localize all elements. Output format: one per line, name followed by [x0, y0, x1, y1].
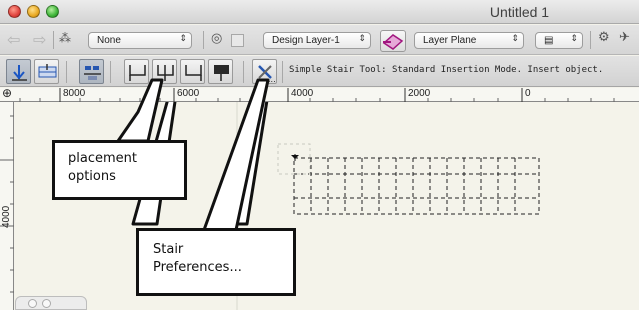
separator [243, 61, 244, 83]
forward-arrow-icon[interactable]: ⇨ [33, 30, 46, 49]
ruler-label: 2000 [408, 88, 431, 99]
updown-arrow-icon: ⇕ [570, 33, 578, 43]
updown-arrow-icon: ⇕ [511, 33, 519, 43]
ruler-label: 4000 [291, 88, 314, 99]
svg-text:...: ... [268, 75, 276, 83]
stair-preferences-button[interactable]: ... [252, 59, 277, 84]
horizontal-ruler[interactable]: ⊕ 8000 6000 4000 2000 0 [0, 86, 639, 102]
walkthrough-icon[interactable]: ✈ [619, 30, 630, 45]
alignment-mode-button[interactable] [79, 59, 104, 84]
layers-icon[interactable]: ◎ [211, 31, 222, 46]
placement-option-1-button[interactable] [124, 59, 149, 84]
document-icon: ▤ [544, 35, 554, 46]
ruler-label: 6000 [177, 88, 200, 99]
separator [590, 31, 591, 49]
window-title: Untitled 1 [489, 4, 550, 20]
placement-right-icon [185, 65, 202, 81]
callout-text: placement options [68, 151, 137, 184]
placement-center-icon [157, 65, 174, 81]
stair-preview [293, 157, 540, 215]
nav-dot-button[interactable] [28, 299, 37, 308]
wall-insertion-icon [38, 64, 57, 78]
separator [203, 31, 204, 49]
render-icon[interactable]: ⚙ [598, 30, 610, 45]
nav-dot-button[interactable] [42, 299, 51, 308]
tool-status-text: Simple Stair Tool: Standard Insertion Mo… [289, 65, 604, 75]
callout-text: Stair Preferences... [153, 242, 242, 275]
placement-left-icon [129, 65, 146, 81]
plane-popup-value: Layer Plane [423, 35, 477, 46]
view-bar: ⇦ ⇨ ⁂ None ⇕ ◎ Design Layer-1 ⇕ Layer Pl… [0, 25, 639, 55]
title-bar: Untitled 1 [0, 0, 639, 24]
alignment-icon [84, 66, 101, 80]
insertion-mode-wall-button[interactable] [34, 59, 59, 84]
ruler-ticks [19, 88, 615, 102]
placement-options-callout: placement options [52, 140, 187, 200]
layer-popup-value: Design Layer-1 [272, 35, 340, 46]
placement-top-icon [214, 65, 229, 81]
ruler-label: 0 [525, 88, 531, 99]
standard-insertion-icon [12, 65, 27, 81]
separator [282, 61, 283, 83]
layer-popup[interactable]: Design Layer-1 ⇕ [263, 32, 371, 49]
working-plane-icon [382, 34, 404, 50]
canvas-drawing [131, 102, 540, 310]
ruler-label: 4000 [1, 205, 12, 228]
separator [66, 61, 67, 83]
class-visibility-icon[interactable]: ⁂ [59, 31, 71, 45]
back-arrow-icon[interactable]: ⇦ [7, 30, 20, 49]
ruler-label: 8000 [63, 88, 86, 99]
drawing-canvas[interactable] [15, 102, 639, 310]
view-popup[interactable]: ▤ ⇕ [535, 32, 583, 49]
placement-option-4-button[interactable] [208, 59, 233, 84]
bottom-control-bar [15, 296, 87, 310]
placement-option-3-button[interactable] [180, 59, 205, 84]
vertical-ruler[interactable]: 4000 [0, 102, 14, 310]
separator [110, 61, 111, 83]
class-popup[interactable]: None ⇕ [88, 32, 192, 49]
preferences-tools-icon: ... [258, 65, 276, 83]
separator [53, 31, 54, 49]
updown-arrow-icon: ⇕ [179, 33, 187, 43]
insertion-mode-standard-button[interactable] [6, 59, 31, 84]
stair-preferences-callout: Stair Preferences... [136, 228, 296, 296]
plane-popup[interactable]: Layer Plane ⇕ [414, 32, 524, 49]
layer-options-icon[interactable] [231, 34, 244, 47]
ruler-origin-icon[interactable]: ⊕ [2, 86, 12, 100]
plane-mode-button[interactable] [380, 30, 406, 52]
placement-option-2-button[interactable] [152, 59, 177, 84]
class-popup-value: None [97, 35, 121, 46]
updown-arrow-icon: ⇕ [358, 33, 366, 43]
